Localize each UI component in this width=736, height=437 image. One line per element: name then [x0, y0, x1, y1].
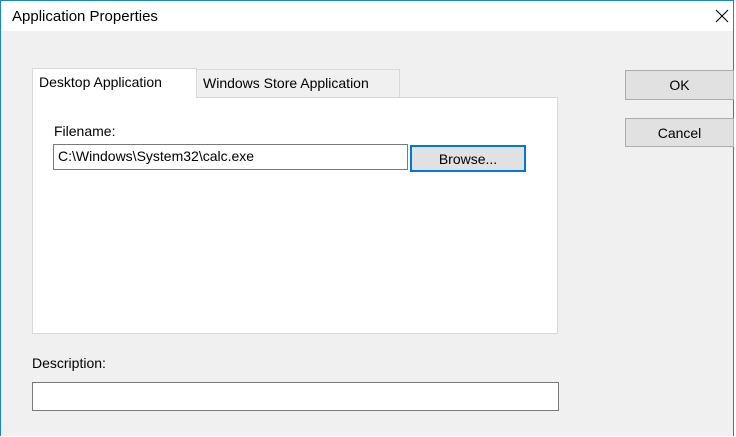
cancel-button[interactable]: Cancel: [625, 118, 734, 147]
tab-desktop-application[interactable]: Desktop Application: [32, 68, 197, 98]
close-icon: [715, 9, 729, 23]
tab-windows-store-application[interactable]: Windows Store Application: [197, 69, 400, 97]
title-bar: Application Properties: [1, 1, 733, 31]
tab-label: Desktop Application: [39, 74, 162, 90]
close-button[interactable]: [687, 1, 733, 31]
cancel-label: Cancel: [657, 124, 702, 141]
description-label: Description:: [32, 355, 106, 371]
window-title: Application Properties: [12, 8, 158, 25]
browse-button[interactable]: Browse...: [410, 145, 526, 172]
application-properties-dialog: Application Properties Desktop Applicati…: [0, 0, 734, 436]
browse-label: Browse...: [438, 150, 498, 167]
ok-label: OK: [669, 77, 690, 93]
filename-value: C:\Windows\System32\calc.exe: [58, 148, 255, 164]
tab-label: Windows Store Application: [203, 75, 369, 91]
ok-button[interactable]: OK: [625, 70, 734, 100]
filename-field[interactable]: C:\Windows\System32\calc.exe: [53, 144, 408, 170]
desktop-application-panel: Filename: C:\Windows\System32\calc.exe B…: [32, 97, 558, 334]
description-field[interactable]: [32, 382, 559, 411]
filename-label: Filename:: [54, 123, 116, 139]
